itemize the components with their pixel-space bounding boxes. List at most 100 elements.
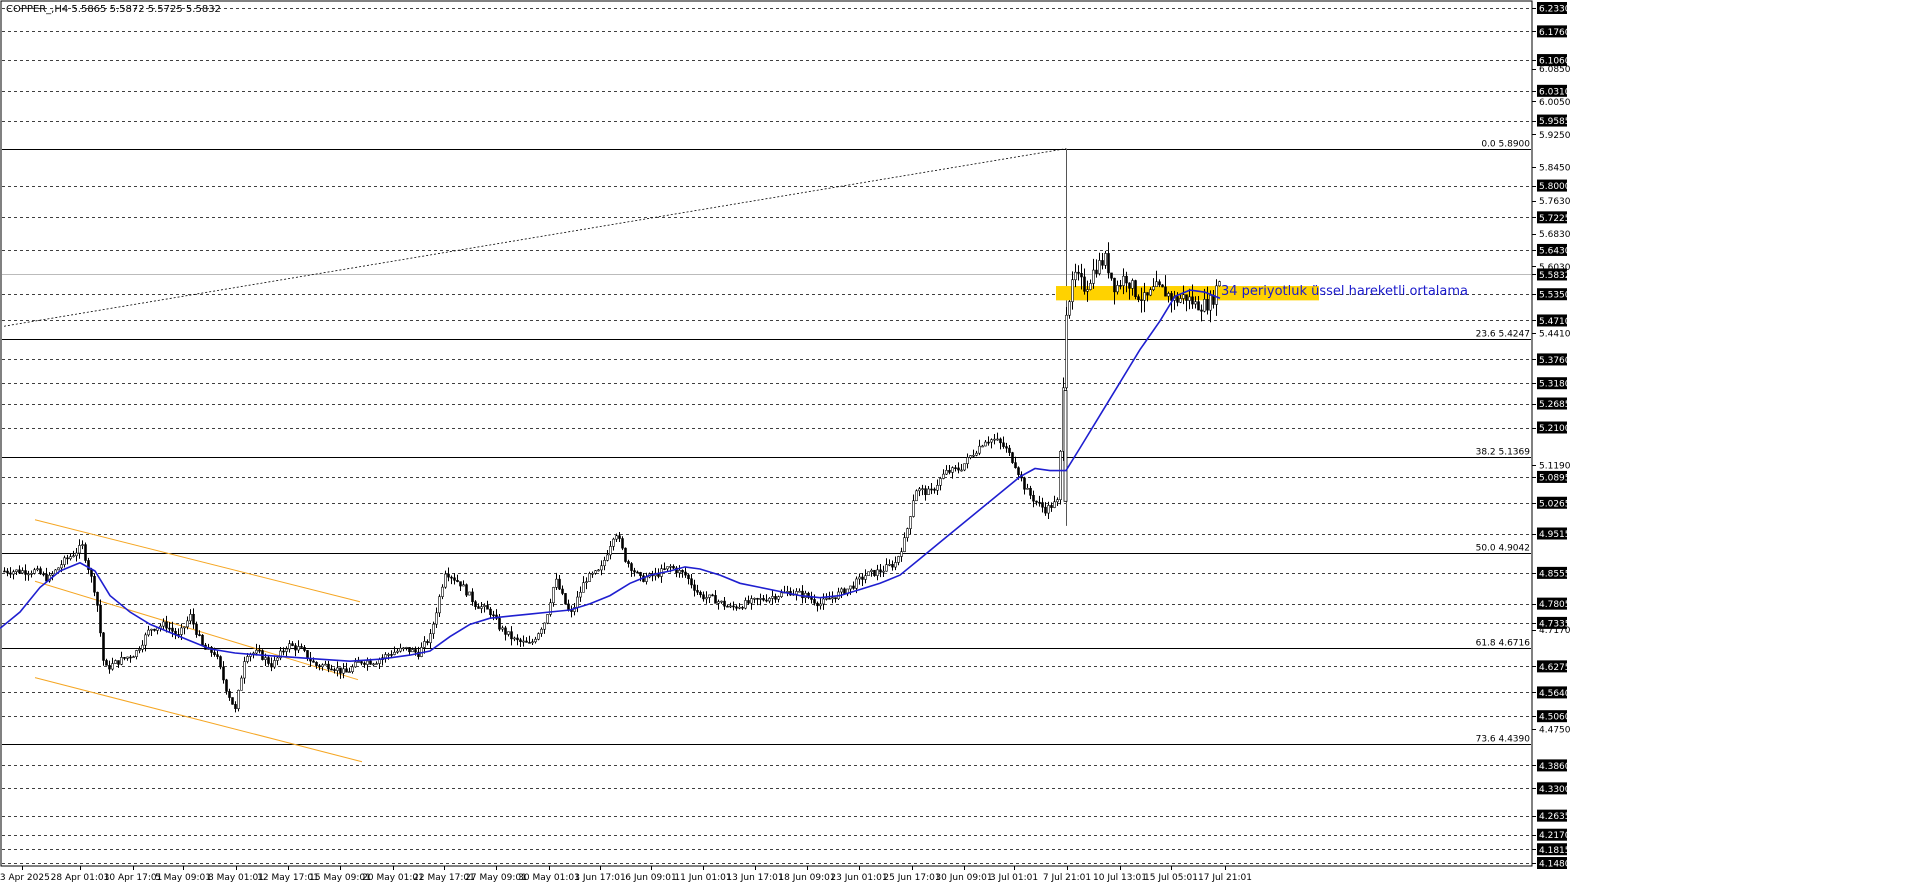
candle-body <box>1050 505 1053 508</box>
candle-body <box>258 649 261 652</box>
candle-body <box>915 490 918 502</box>
candle-body <box>855 578 858 589</box>
candle-body <box>411 649 414 653</box>
candle-body <box>609 546 612 556</box>
candle-body <box>60 564 63 569</box>
candle-body <box>225 679 228 692</box>
price-tick-label: 6.0850 <box>1539 65 1571 75</box>
price-badge-label: 4.1480 <box>1539 860 1571 870</box>
candle-body <box>723 600 726 607</box>
candle-body <box>186 620 189 628</box>
candle-body <box>240 677 243 691</box>
candle-body <box>414 649 417 653</box>
candle-body <box>366 660 369 665</box>
candle-body <box>219 656 222 668</box>
candle-body <box>645 576 648 582</box>
candle-body <box>1035 500 1038 503</box>
price-badge-label: 5.8000 <box>1539 182 1571 192</box>
candle-body <box>744 600 747 609</box>
candle-body <box>741 606 744 609</box>
candle-body <box>12 571 15 575</box>
candle-body <box>288 643 291 650</box>
price-badge-label: 5.0265 <box>1539 499 1571 509</box>
candle-body <box>468 591 471 596</box>
candle-body <box>384 654 387 659</box>
candle-body <box>843 588 846 595</box>
candle-body <box>33 569 36 574</box>
candle-body <box>348 671 351 673</box>
candle-body <box>1095 269 1098 274</box>
price-tick-label: 4.7170 <box>1539 626 1571 636</box>
candle-body <box>498 618 501 630</box>
candle-body <box>339 667 342 674</box>
candle-body <box>1011 452 1014 463</box>
time-tick-label: 13 Jun 17:01 <box>726 873 783 883</box>
candle-body <box>1002 442 1005 447</box>
price-badge-label: 5.3180 <box>1539 380 1571 390</box>
candle-body <box>228 691 231 698</box>
candle-body <box>525 640 528 643</box>
candle-body <box>402 647 405 650</box>
candle-body <box>90 569 93 577</box>
time-tick-label: 23 Apr 2025 <box>0 873 50 883</box>
candle-body <box>3 570 6 573</box>
candle-body <box>297 646 300 651</box>
candle-body <box>453 577 456 581</box>
candle-body <box>531 641 534 644</box>
price-chart[interactable]: 0.0 5.8900 23.6 5.4247 38.2 5.1369 50.0 4.9… <box>0 0 1916 888</box>
candle-body <box>1188 296 1191 301</box>
candle-body <box>9 572 12 575</box>
candle-body <box>1137 296 1140 300</box>
candle-body <box>957 467 960 471</box>
candle-body <box>975 452 978 456</box>
candle-body <box>108 665 111 670</box>
candle-body <box>534 638 537 643</box>
price-badge-label: 4.9515 <box>1539 530 1571 540</box>
candle-body <box>840 588 843 593</box>
time-tick-label: 3 Jul 01:01 <box>990 873 1038 883</box>
candle-body <box>162 621 165 627</box>
candle-body <box>1071 279 1074 302</box>
symbol-info: COPPER_,H4 5.5865 5.5872 5.5725 5.5832 <box>6 4 221 15</box>
candle-body <box>873 569 876 576</box>
candle-body <box>687 574 690 580</box>
candle-body <box>579 591 582 598</box>
candle-body <box>351 666 354 672</box>
price-tick-label: 5.1190 <box>1539 461 1571 471</box>
candle-body <box>897 556 900 563</box>
candle-body <box>582 582 585 593</box>
candle-body <box>57 567 60 571</box>
candle-body <box>735 606 738 609</box>
candle-body <box>1074 271 1077 281</box>
candle-body <box>1182 294 1185 299</box>
candle-body <box>84 544 87 561</box>
candle-body <box>834 597 837 600</box>
price-badge-label: 4.1815 <box>1539 846 1571 856</box>
candle-body <box>594 570 597 574</box>
candle-body <box>78 545 81 554</box>
candle-body <box>621 538 624 549</box>
fib-label: 0.0 5.8900 <box>1481 140 1530 150</box>
price-badge-label: 5.0895 <box>1539 473 1571 483</box>
candle-body <box>99 604 102 634</box>
candle-body <box>738 606 741 609</box>
candle-body <box>120 657 123 665</box>
candle-body <box>444 573 447 588</box>
candle-body <box>114 660 117 664</box>
candle-body <box>561 588 564 594</box>
price-badge-label: 4.7805 <box>1539 600 1571 610</box>
candle-body <box>828 597 831 600</box>
price-badge-label: 6.0310 <box>1539 87 1571 97</box>
candle-body <box>732 605 735 608</box>
candle-body <box>867 571 870 576</box>
candle-body <box>321 664 324 668</box>
candle-body <box>684 571 687 576</box>
candle-body <box>972 454 975 457</box>
candle-body <box>987 441 990 444</box>
candle-body <box>540 628 543 634</box>
candle-body <box>948 470 951 473</box>
candle-body <box>222 666 225 681</box>
candle-body <box>666 566 669 570</box>
candle-body <box>195 623 198 635</box>
candle-body <box>243 661 246 679</box>
